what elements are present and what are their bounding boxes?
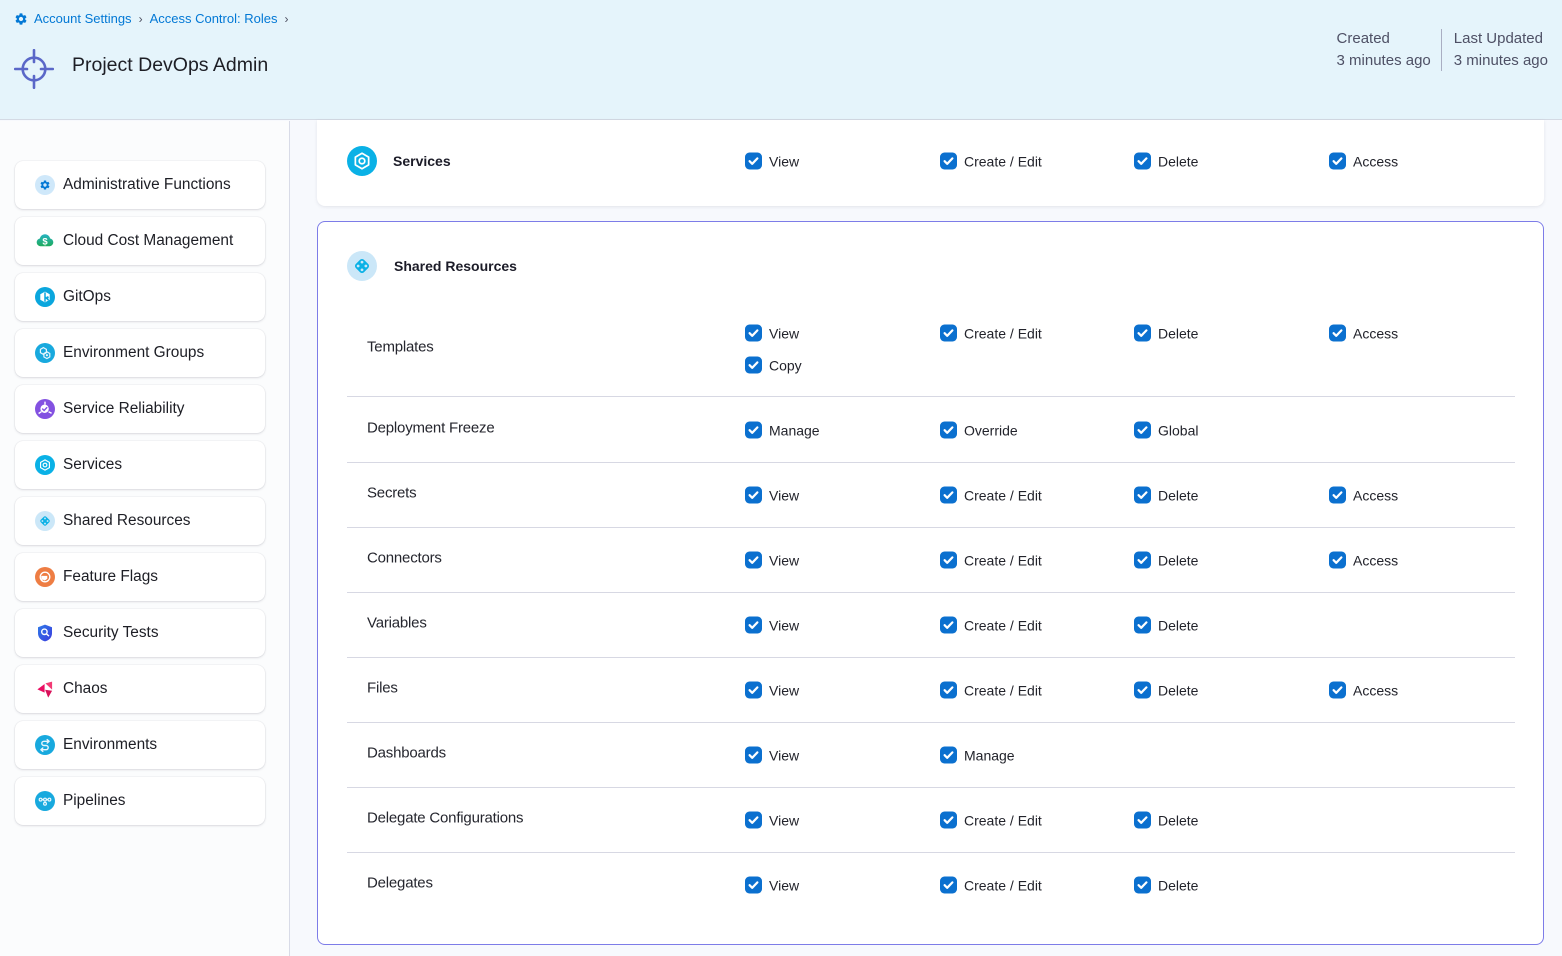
svg-text:$: $	[42, 237, 48, 248]
